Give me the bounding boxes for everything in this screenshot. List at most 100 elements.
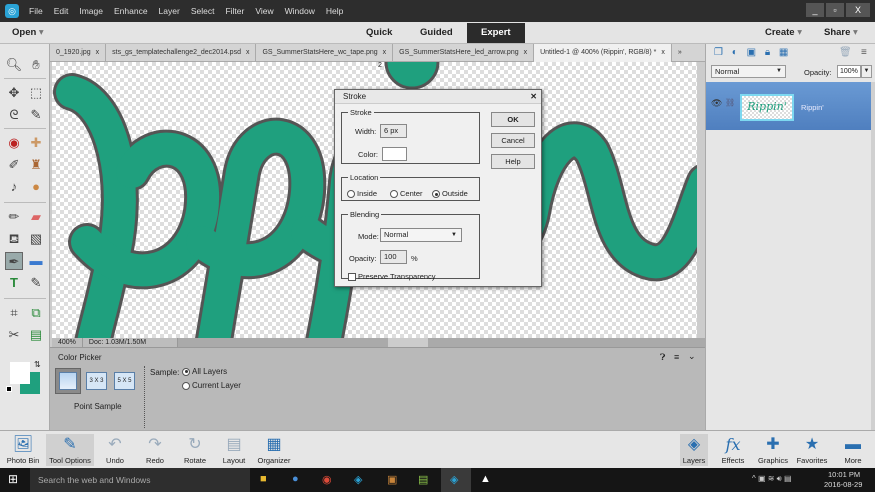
effects-button[interactable]: fx Effects (718, 434, 748, 465)
layer-row-rippin[interactable]: 👁︎ ⛓︎ Rippin' Rippin' (706, 82, 871, 130)
menu-edit[interactable]: Edit (54, 6, 69, 16)
crop-tool-icon[interactable]: ⌗ (5, 304, 23, 322)
undo-button[interactable]: ↶ Undo (103, 434, 127, 465)
smart-brush-icon[interactable]: ✐ (5, 156, 23, 174)
type-tool-icon[interactable]: T (5, 274, 23, 292)
tab-close-icon[interactable]: x (96, 49, 100, 56)
visibility-eye-icon[interactable]: 👁︎ (711, 98, 722, 109)
system-tray-icons[interactable]: ^ ▣ ≋ 🔊︎ ▤ (752, 474, 792, 484)
blur-tool-icon[interactable]: ♪ (5, 178, 23, 196)
help-button[interactable]: Help (491, 154, 535, 169)
healing-brush-icon[interactable]: ✚ (27, 134, 45, 152)
gradient-tool-icon[interactable]: ▧ (27, 230, 45, 248)
taskbar-search-input[interactable]: Search the web and Windows (30, 468, 250, 492)
tab-close-icon[interactable]: x (246, 49, 250, 56)
preserve-transparency-checkbox[interactable]: Preserve Transparency (348, 272, 436, 282)
eraser-tool-icon[interactable]: ▰ (27, 208, 45, 226)
more-button[interactable]: ▬ More (838, 434, 868, 465)
lock-transparency-icon[interactable]: ▦ (779, 47, 788, 58)
radio-all-layers[interactable]: All Layers (182, 367, 227, 376)
hand-tool-icon[interactable]: ✋︎ (27, 56, 45, 74)
sample-5x5-button[interactable]: 5 X 5 (114, 372, 135, 390)
sponge-tool-icon[interactable]: ● (27, 178, 45, 196)
horizontal-scrollbar[interactable] (177, 338, 705, 347)
mode-guided[interactable]: Guided (420, 22, 453, 44)
tab-overflow-button[interactable]: » (672, 44, 688, 62)
menu-view[interactable]: View (255, 6, 273, 16)
menu-enhance[interactable]: Enhance (114, 6, 148, 16)
eyedropper-tool-icon[interactable]: ✒ (5, 252, 23, 270)
menu-select[interactable]: Select (191, 6, 215, 16)
open-button[interactable]: Open ▾ (12, 22, 44, 44)
quick-selection-tool-icon[interactable]: ✎ (27, 106, 45, 124)
file-explorer-icon[interactable]: ■ (260, 473, 267, 485)
tab-close-icon[interactable]: x (524, 49, 528, 56)
swap-colors-icon[interactable]: ⇅ (34, 360, 41, 369)
sample-3x3-button[interactable]: 3 X 3 (86, 372, 107, 390)
blend-mode-select[interactable]: Normal ▼ (711, 65, 786, 78)
layers-scrollbar[interactable] (871, 82, 875, 430)
panel-menu-icon[interactable]: ≡ (674, 352, 679, 362)
vertical-scrollbar[interactable] (697, 62, 705, 338)
shape-tool-icon[interactable]: ▬ (27, 252, 45, 270)
elements-organizer-icon[interactable]: ◈ (354, 473, 362, 486)
redo-button[interactable]: ↷ Redo (143, 434, 167, 465)
create-button[interactable]: Create ▾ (765, 22, 802, 44)
menu-window[interactable]: Window (285, 6, 315, 16)
width-input[interactable]: 6 px (380, 124, 407, 138)
close-button[interactable]: X (846, 3, 870, 17)
straighten-tool-icon[interactable]: ▤ (27, 326, 45, 344)
menu-image[interactable]: Image (79, 6, 103, 16)
app-icon[interactable]: ▤ (418, 473, 428, 486)
restore-button[interactable]: ▫ (826, 3, 844, 17)
brush-tool-icon[interactable]: ✏︎ (5, 208, 23, 226)
point-sample-button[interactable] (55, 368, 81, 394)
close-icon[interactable]: ✕ (530, 90, 537, 104)
minimize-button[interactable]: _ (806, 3, 824, 17)
zoom-level[interactable]: 400% (52, 338, 83, 347)
trash-icon[interactable]: 🗑︎ (839, 44, 852, 62)
foreground-color-swatch-top[interactable] (10, 362, 30, 384)
collapse-chevron-icon[interactable]: ⌄ (688, 351, 696, 362)
panel-menu-icon[interactable]: ≡ (861, 44, 867, 62)
help-icon[interactable]: ❓︎ (660, 352, 665, 363)
new-layer-icon[interactable]: ❐ (714, 47, 723, 58)
photos-icon[interactable]: ▲ (480, 473, 491, 485)
layout-button[interactable]: ▤ Layout (221, 434, 247, 465)
clock-time[interactable]: 10:01 PM (828, 470, 860, 479)
paint-bucket-icon[interactable]: ⛾ (5, 230, 23, 248)
radio-center[interactable]: Center (390, 189, 423, 199)
tab-close-icon[interactable]: x (661, 49, 665, 56)
tab-document[interactable]: sts_gs_templatechallenge2_dec2014.psd x (106, 44, 257, 62)
radio-current-layer[interactable]: Current Layer (182, 381, 241, 390)
red-eye-tool-icon[interactable]: ◉ (5, 134, 23, 152)
zoom-tool-icon[interactable]: 🔍︎ (5, 56, 23, 74)
photo-bin-button[interactable]: 🖼︎ Photo Bin (6, 434, 40, 465)
thunderbird-icon[interactable]: ● (292, 473, 299, 485)
tab-close-icon[interactable]: x (383, 49, 387, 56)
move-tool-icon[interactable]: ✥ (5, 84, 23, 102)
default-colors-icon[interactable] (6, 386, 12, 392)
favorites-button[interactable]: ★ Favorites (795, 434, 829, 465)
opacity-dropdown-icon[interactable]: ▼ (861, 65, 872, 78)
menu-file[interactable]: File (29, 6, 43, 16)
windows-start-icon[interactable]: ⊞ (8, 472, 18, 486)
layer-mask-icon[interactable]: ▣ (747, 47, 756, 58)
adjustment-layer-icon[interactable]: ◐ (732, 47, 738, 58)
ok-button[interactable]: OK (491, 112, 535, 127)
color-swatch[interactable] (382, 147, 407, 161)
share-button[interactable]: Share ▾ (824, 22, 858, 44)
clock-date[interactable]: 2016-08-29 (824, 480, 862, 489)
pencil-tool-icon[interactable]: ✎ (27, 274, 45, 292)
cancel-button[interactable]: Cancel (491, 133, 535, 148)
mode-expert[interactable]: Expert (467, 23, 525, 43)
chrome-icon[interactable]: ◉ (322, 473, 332, 486)
organizer-button[interactable]: ▦ Organizer (256, 434, 292, 465)
clone-stamp-icon[interactable]: ♜ (27, 156, 45, 174)
layer-opacity-input[interactable]: 100% (837, 65, 861, 78)
marquee-tool-icon[interactable]: ⬚ (27, 84, 45, 102)
layers-button[interactable]: ◈ Layers (680, 434, 708, 466)
tool-options-button[interactable]: ✎ Tool Options (46, 434, 94, 466)
tab-document[interactable]: 0_1920.jpg x (50, 44, 107, 62)
rotate-button[interactable]: ↻ Rotate (182, 434, 208, 465)
